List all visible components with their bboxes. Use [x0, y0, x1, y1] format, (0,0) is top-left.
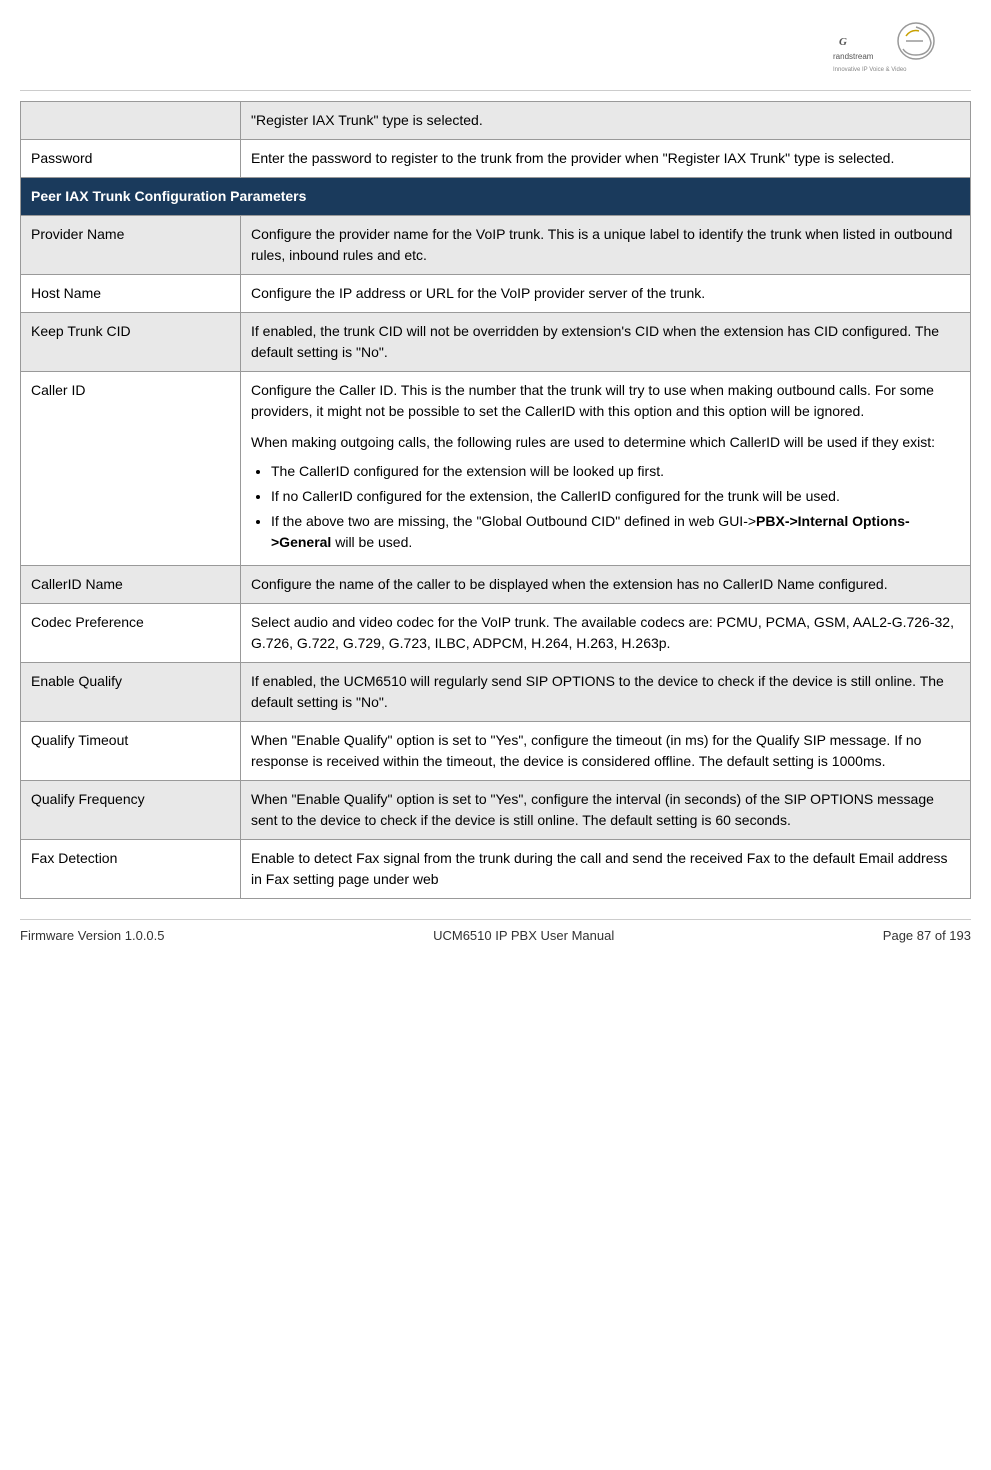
- section-header-peer-iax-header: Peer IAX Trunk Configuration Parameters: [21, 178, 971, 216]
- caller-id-bullets: The CallerID configured for the extensio…: [271, 461, 960, 553]
- table-row-qualify-timeout: Qualify TimeoutWhen "Enable Qualify" opt…: [21, 722, 971, 781]
- svg-text:Innovative IP Voice & Video: Innovative IP Voice & Video: [833, 67, 907, 73]
- table-row-enable-qualify: Enable QualifyIf enabled, the UCM6510 wi…: [21, 663, 971, 722]
- row-desc-provider-name: Configure the provider name for the VoIP…: [241, 216, 971, 275]
- row-desc-host-name: Configure the IP address or URL for the …: [241, 275, 971, 313]
- table-row-fax-detection: Fax DetectionEnable to detect Fax signal…: [21, 840, 971, 899]
- table-row-register-iax-shaded: "Register IAX Trunk" type is selected.: [21, 102, 971, 140]
- row-label-qualify-timeout: Qualify Timeout: [21, 722, 241, 781]
- main-table: "Register IAX Trunk" type is selected.Pa…: [20, 101, 971, 899]
- row-label-host-name: Host Name: [21, 275, 241, 313]
- row-label-codec-preference: Codec Preference: [21, 604, 241, 663]
- logo-area: G randstream Innovative IP Voice & Video: [20, 10, 971, 91]
- table-row-password: PasswordEnter the password to register t…: [21, 140, 971, 178]
- caller-id-para2: When making outgoing calls, the followin…: [251, 432, 960, 453]
- page-footer: Firmware Version 1.0.0.5 UCM6510 IP PBX …: [20, 919, 971, 943]
- bold-pbx-ref: PBX->Internal Options->General: [271, 513, 910, 550]
- row-desc-password: Enter the password to register to the tr…: [241, 140, 971, 178]
- bullet-item-0: The CallerID configured for the extensio…: [271, 461, 960, 482]
- row-desc-caller-id: Configure the Caller ID. This is the num…: [241, 372, 971, 566]
- row-desc-callerid-name: Configure the name of the caller to be d…: [241, 566, 971, 604]
- row-desc-keep-trunk-cid: If enabled, the trunk CID will not be ov…: [241, 313, 971, 372]
- logo-box: G randstream Innovative IP Voice & Video: [831, 20, 951, 80]
- row-desc-register-iax-shaded: "Register IAX Trunk" type is selected.: [241, 102, 971, 140]
- row-label-provider-name: Provider Name: [21, 216, 241, 275]
- row-label-keep-trunk-cid: Keep Trunk CID: [21, 313, 241, 372]
- table-row-callerid-name: CallerID NameConfigure the name of the c…: [21, 566, 971, 604]
- bullet-item-2: If the above two are missing, the "Globa…: [271, 511, 960, 553]
- row-label-fax-detection: Fax Detection: [21, 840, 241, 899]
- table-row-caller-id: Caller IDConfigure the Caller ID. This i…: [21, 372, 971, 566]
- svg-text:G: G: [839, 36, 847, 48]
- table-row-provider-name: Provider NameConfigure the provider name…: [21, 216, 971, 275]
- table-row-host-name: Host NameConfigure the IP address or URL…: [21, 275, 971, 313]
- row-label-password: Password: [21, 140, 241, 178]
- row-desc-fax-detection: Enable to detect Fax signal from the tru…: [241, 840, 971, 899]
- row-label-callerid-name: CallerID Name: [21, 566, 241, 604]
- table-row-peer-iax-header: Peer IAX Trunk Configuration Parameters: [21, 178, 971, 216]
- row-desc-qualify-frequency: When "Enable Qualify" option is set to "…: [241, 781, 971, 840]
- table-row-qualify-frequency: Qualify FrequencyWhen "Enable Qualify" o…: [21, 781, 971, 840]
- manual-title: UCM6510 IP PBX User Manual: [433, 928, 614, 943]
- svg-text:randstream: randstream: [833, 52, 874, 61]
- page-wrapper: G randstream Innovative IP Voice & Video…: [0, 0, 991, 963]
- row-desc-codec-preference: Select audio and video codec for the VoI…: [241, 604, 971, 663]
- firmware-version: Firmware Version 1.0.0.5: [20, 928, 165, 943]
- row-desc-qualify-timeout: When "Enable Qualify" option is set to "…: [241, 722, 971, 781]
- grandstream-logo: G randstream Innovative IP Voice & Video: [831, 21, 951, 79]
- row-label-caller-id: Caller ID: [21, 372, 241, 566]
- row-label-enable-qualify: Enable Qualify: [21, 663, 241, 722]
- bullet-item-1: If no CallerID configured for the extens…: [271, 486, 960, 507]
- table-row-codec-preference: Codec PreferenceSelect audio and video c…: [21, 604, 971, 663]
- table-row-keep-trunk-cid: Keep Trunk CIDIf enabled, the trunk CID …: [21, 313, 971, 372]
- caller-id-para1: Configure the Caller ID. This is the num…: [251, 380, 960, 422]
- row-label-qualify-frequency: Qualify Frequency: [21, 781, 241, 840]
- row-desc-enable-qualify: If enabled, the UCM6510 will regularly s…: [241, 663, 971, 722]
- row-label-register-iax-shaded: [21, 102, 241, 140]
- page-number: Page 87 of 193: [883, 928, 971, 943]
